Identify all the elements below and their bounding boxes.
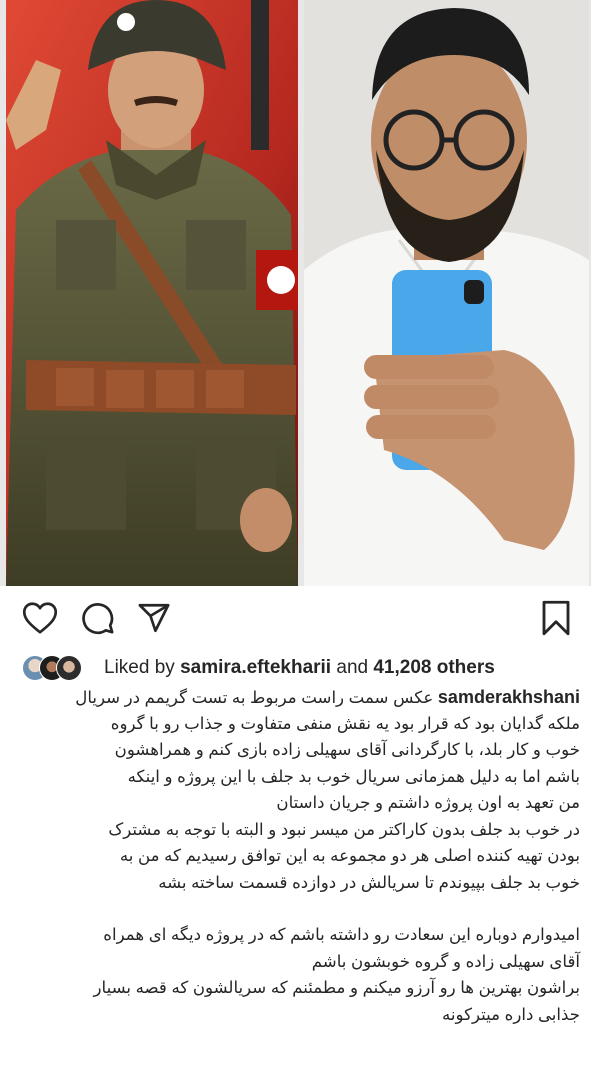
right-photo-selfie <box>304 0 589 586</box>
caption-line: باشم اما به دلیل همزمانی سریال خوب بد جل… <box>127 766 580 786</box>
caption-line: خوب بد جلف بپیوندم تا سریالش در دوازده ق… <box>158 872 580 892</box>
likes-joiner: and <box>336 657 369 678</box>
liker-username-link[interactable]: samira.eftekharii <box>180 657 331 678</box>
caption-line: در خوب بد جلف بدون کاراکتر من میسر نبود … <box>108 819 580 839</box>
likes-prefix: Liked by <box>104 657 175 678</box>
paper-plane-icon <box>138 603 170 633</box>
post-caption: samderakhshani عکس سمت راست مربوط به تست… <box>10 684 580 1028</box>
left-photo-costume-portrait <box>6 0 298 586</box>
post-image[interactable] <box>0 0 591 586</box>
caption-paragraph-gap <box>10 896 580 922</box>
likes-summary[interactable]: Liked by samira.eftekharii and 41,208 ot… <box>22 654 495 682</box>
caption-line: جذابی داره میترکونه <box>441 1004 580 1024</box>
bookmark-icon <box>542 600 570 636</box>
caption-first-line: samderakhshani عکس سمت راست مربوط به تست… <box>10 684 580 711</box>
caption-line: ملکه گدایان بود که قرار بود یه نقش منفی … <box>110 713 580 733</box>
avatar <box>56 655 82 681</box>
caption-line: من تعهد به اون پروژه داشتم و جریان داستا… <box>276 793 580 812</box>
caption-line: بودن تهیه کننده اصلی هر دو مجموعه به این… <box>119 846 580 865</box>
share-button[interactable] <box>134 596 174 640</box>
caption-line: آقای سهیلی زاده و گروه خوبشون باشم <box>311 951 580 971</box>
heart-icon <box>22 602 58 634</box>
post-actions-bar <box>0 596 591 644</box>
likes-count-link[interactable]: 41,208 others <box>373 657 494 678</box>
comment-icon <box>82 603 114 635</box>
caption-line: امیدوارم دوباره این سعادت رو داشته باشم … <box>103 925 580 944</box>
caption-line: خوب و کار بلد، با کارگردانی آقای سهیلی ز… <box>114 740 580 759</box>
like-button[interactable] <box>20 596 60 640</box>
caption-line: براشون بهترین ها رو آرزو میکنم و مطمئنم … <box>93 978 580 997</box>
likes-text: Liked by samira.eftekharii and 41,208 ot… <box>104 657 495 679</box>
comment-button[interactable] <box>78 596 118 640</box>
liker-avatars <box>22 655 98 681</box>
caption-username-link[interactable]: samderakhshani <box>438 687 580 707</box>
save-button[interactable] <box>536 596 576 640</box>
caption-text: عکس سمت راست مربوط به تست گریمم در سریال <box>75 688 434 707</box>
